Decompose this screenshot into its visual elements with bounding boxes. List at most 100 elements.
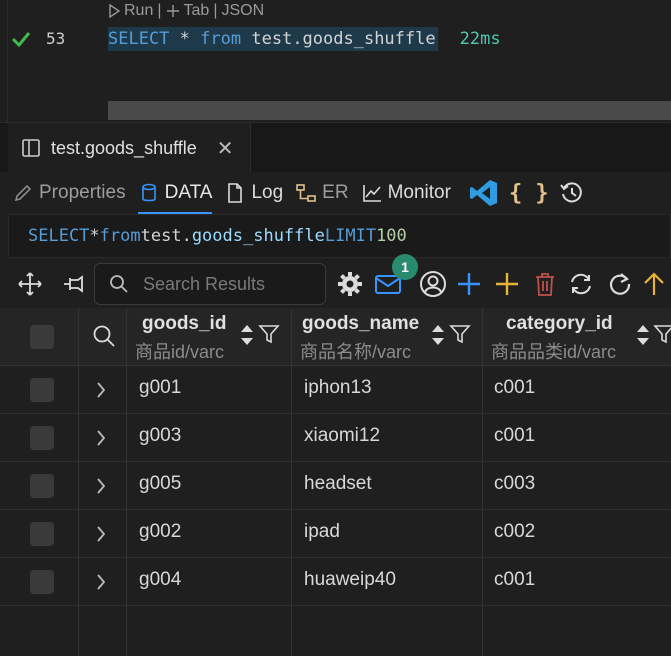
filter-icon[interactable] [653,323,671,345]
sort-icon[interactable] [635,322,651,348]
split-panel-icon [22,139,40,157]
results-grid: goods_id 商品id/varc goods_name 商品名称/varc … [0,308,671,656]
chevron-right-icon[interactable] [95,380,107,400]
arrow-up-icon[interactable] [640,270,668,298]
column-comment-goods-name: 商品名称/varc [300,342,412,362]
search-results-input[interactable] [143,273,313,295]
query-star: * [89,226,100,246]
table-row[interactable]: g003 xiaomi12 c001 [0,414,671,462]
chevron-right-icon[interactable] [95,428,107,448]
vscode-icon[interactable] [469,178,499,208]
json-braces-icon[interactable]: { } [509,181,549,206]
tab-data[interactable]: DATA [137,172,213,214]
code-line[interactable]: SELECT * from test.goods_shuffle 22ms [108,27,501,51]
vscode-logo [469,180,497,206]
cell-goods-name[interactable]: iphon13 [304,377,372,399]
column-header-category-id[interactable]: category_id [506,313,613,335]
grid-header: goods_id 商品id/varc goods_name 商品名称/varc … [0,308,671,366]
tab-label: test.goods_shuffle [51,137,197,158]
cell-category-id[interactable]: c001 [494,377,535,399]
filter-icon[interactable] [449,323,471,345]
tab-goods-shuffle[interactable]: test.goods_shuffle ✕ [8,123,251,173]
tab-er-label: ER [322,182,349,203]
codelens-run[interactable]: Run [124,2,153,20]
chevron-right-icon[interactable] [95,476,107,496]
tab-data-label: DATA [164,182,213,203]
search-icon [110,275,128,293]
filter-icon[interactable] [258,323,280,345]
file-icon [228,183,243,203]
history-icon[interactable] [559,180,585,206]
executed-query[interactable]: SELECT * from test. goods_shuffle LIMIT 1… [8,214,671,258]
sort-icon[interactable] [430,322,446,348]
query-limit: LIMIT [324,226,377,246]
er-diagram-icon [296,184,316,202]
sync-icon[interactable] [567,270,595,298]
cell-goods-id[interactable]: g004 [139,569,181,591]
gutter-divider [7,0,8,122]
run-icon[interactable] [108,4,120,18]
user-icon[interactable] [419,270,447,298]
query-select: SELECT [28,226,90,246]
chevron-right-icon[interactable] [95,524,107,544]
cell-goods-name[interactable]: xiaomi12 [304,425,380,447]
codelens-bar: Run | Tab | JSON [108,2,264,20]
line-number: 53 [46,29,66,48]
select-all-checkbox[interactable] [30,325,54,349]
cell-goods-id[interactable]: g002 [139,521,181,543]
table-row[interactable]: g004 huaweip40 c001 [0,558,671,606]
refresh-icon[interactable] [606,270,634,298]
tab-log[interactable]: Log [224,172,283,214]
row-checkbox[interactable] [30,426,54,450]
tab-monitor-label: Monitor [387,182,451,203]
tab-properties[interactable]: Properties [12,172,126,214]
table-row[interactable]: g005 headset c003 [0,462,671,510]
query-limit-value: 100 [376,226,407,246]
cell-goods-name[interactable]: ipad [304,521,340,543]
add-column-icon[interactable] [493,270,521,298]
line-chart-icon [362,185,381,202]
cell-goods-name[interactable]: huaweip40 [304,569,396,591]
codelens-tab[interactable]: Tab [184,2,210,20]
panel-tab-bar: test.goods_shuffle ✕ [0,122,671,173]
horizontal-scrollbar[interactable] [108,101,671,120]
row-checkbox[interactable] [30,474,54,498]
pin-icon[interactable] [60,270,88,298]
codelens-json[interactable]: JSON [221,2,264,20]
cell-goods-name[interactable]: headset [304,473,372,495]
sort-icon[interactable] [239,322,255,348]
cell-category-id[interactable]: c003 [494,473,535,495]
cell-category-id[interactable]: c001 [494,425,535,447]
query-from: from [99,226,141,246]
cell-goods-id[interactable]: g005 [139,473,181,495]
cell-category-id[interactable]: c001 [494,569,535,591]
result-view-tabs: Properties DATA Log ER Monitor { } [0,172,671,214]
tab-monitor[interactable]: Monitor [361,172,451,214]
row-checkbox[interactable] [30,570,54,594]
new-tab-icon[interactable] [166,4,180,18]
move-icon[interactable] [16,270,44,298]
search-icon[interactable] [92,324,116,348]
table-row[interactable]: g001 iphon13 c001 [0,366,671,414]
close-icon[interactable]: ✕ [217,136,234,161]
sql-editor[interactable]: Run | Tab | JSON 53 SELECT * from test.g… [0,0,671,122]
tab-er[interactable]: ER [295,172,349,214]
clock-history-icon [559,182,582,203]
table-row[interactable]: g002 ipad c002 [0,510,671,558]
database-icon [141,183,156,202]
search-results-box[interactable] [94,263,326,305]
column-header-goods-id[interactable]: goods_id [142,313,226,335]
execution-time: 22ms [459,29,501,49]
row-checkbox[interactable] [30,522,54,546]
cell-category-id[interactable]: c002 [494,521,535,543]
row-checkbox[interactable] [30,378,54,402]
column-header-goods-name[interactable]: goods_name [302,313,419,335]
cell-goods-id[interactable]: g001 [139,377,181,399]
add-row-icon[interactable] [455,270,483,298]
cell-goods-id[interactable]: g003 [139,425,181,447]
star-token: * [179,29,190,49]
gear-icon[interactable] [336,270,364,298]
delete-icon[interactable] [531,270,559,298]
chevron-right-icon[interactable] [95,572,107,592]
codelens-separator: | [213,2,218,19]
